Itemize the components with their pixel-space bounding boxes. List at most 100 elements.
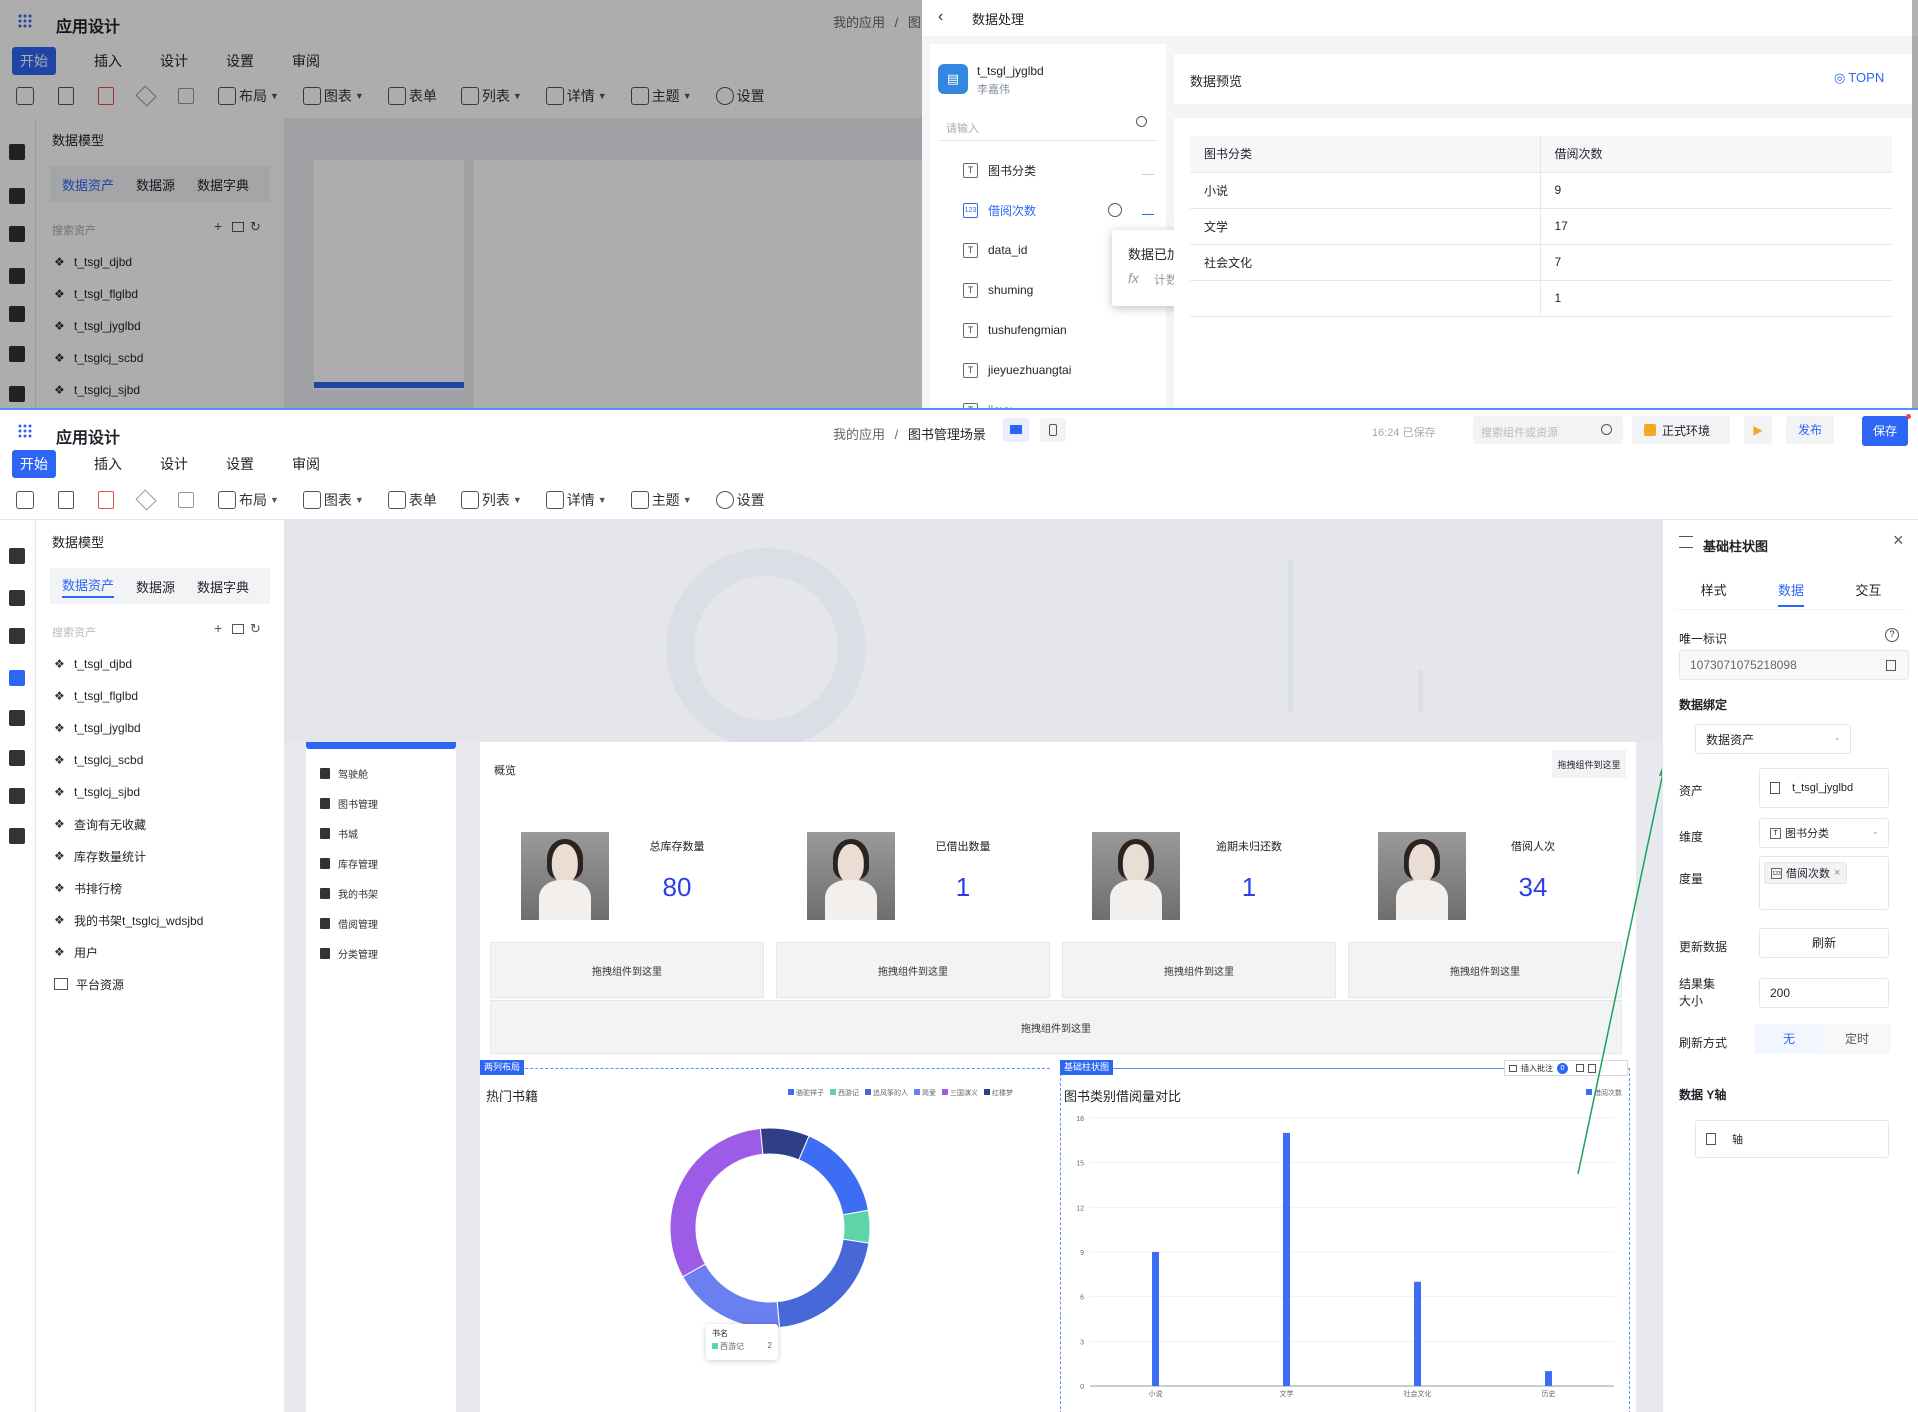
layout-tag[interactable]: 两列布局 (480, 1060, 525, 1075)
publish-button[interactable]: 发布 (1786, 416, 1834, 444)
asset-item[interactable]: ❖ 库存数量统计 (54, 840, 203, 872)
save-button[interactable]: 保存 (1862, 416, 1908, 446)
y-axis-item[interactable]: 轴 (1695, 1120, 1889, 1158)
nav-item[interactable]: 驾驶舱 (320, 758, 378, 788)
comment-icon[interactable] (1509, 1064, 1517, 1072)
eraser-icon[interactable] (135, 489, 157, 511)
layout-tool[interactable]: 布局 ▼ (218, 490, 279, 510)
field-item[interactable]: Tjieyuezhuangtai (930, 350, 1166, 390)
field-item[interactable]: T 图书分类 (930, 150, 1166, 190)
bar-chart-icon[interactable] (1142, 163, 1154, 175)
tab-data-dictionary[interactable]: 数据字典 (197, 577, 249, 596)
refresh-icon[interactable]: ↻ (250, 621, 261, 637)
insert-comment-button[interactable]: 插入批注 (1521, 1063, 1553, 1074)
asset-field[interactable]: t_tsgl_jyglbd (1759, 768, 1889, 808)
format-icon[interactable] (178, 492, 194, 508)
mode-none[interactable]: 无 (1755, 1024, 1823, 1054)
bar[interactable] (1545, 1371, 1552, 1386)
field-item[interactable]: Ttushufengmian (930, 310, 1166, 350)
tab-start[interactable]: 开始 (12, 450, 56, 478)
result-size-input[interactable]: 200 (1759, 978, 1889, 1008)
paste-icon[interactable] (58, 491, 74, 509)
nodes-icon[interactable] (9, 750, 25, 766)
bar-chart-icon[interactable] (1142, 203, 1154, 215)
drop-zone[interactable]: 拖拽组件到这里 (776, 942, 1050, 998)
bar[interactable] (1414, 1281, 1421, 1386)
drop-zone[interactable]: 拖拽组件到这里 (1062, 942, 1336, 998)
tab-interaction[interactable]: 交互 (1855, 580, 1881, 599)
widgets-icon[interactable] (9, 828, 25, 844)
folder-icon[interactable] (232, 624, 244, 634)
binding-select[interactable]: 数据资产 ⌄ (1695, 724, 1851, 754)
asset-item[interactable]: ❖ 我的书架t_tsglcj_wdsjbd (54, 904, 203, 936)
tab-data-source[interactable]: 数据源 (136, 577, 175, 596)
mode-timed[interactable]: 定时 (1823, 1024, 1891, 1054)
add-icon[interactable]: + (214, 620, 222, 636)
measure-tag[interactable]: 123 借阅次数 × (1764, 862, 1848, 884)
nav-item[interactable]: 分类管理 (320, 938, 378, 968)
legend-item[interactable]: 追风筝的人 (865, 1088, 908, 1098)
topn-button[interactable]: ◎ TOPN (1834, 70, 1884, 86)
asset-item[interactable]: ❖ t_tsglcj_sjbd (54, 776, 203, 808)
mobile-view-icon[interactable] (1040, 418, 1066, 442)
apps-grid-icon[interactable] (18, 424, 32, 438)
search-icon[interactable] (1601, 424, 1612, 435)
process-icon[interactable] (1108, 203, 1122, 217)
nav-item[interactable]: 我的书架 (320, 878, 378, 908)
asset-item[interactable]: ❖ t_tsgl_flglbd (54, 680, 203, 712)
asset-item[interactable]: ❖ t_tsglcj_scbd (54, 744, 203, 776)
id-field[interactable]: 1073071075218098 (1679, 650, 1909, 680)
detail-tool[interactable]: 详情 ▼ (545, 490, 607, 510)
field-item-active[interactable]: 123 借阅次数 (930, 190, 1166, 230)
search-icon[interactable] (1136, 116, 1147, 127)
donut-slice[interactable] (776, 1238, 870, 1329)
asset-item[interactable]: ❖ 查询有无收藏 (54, 808, 203, 840)
tab-design[interactable]: 设计 (160, 454, 188, 474)
env-switch[interactable]: 正式环境 (1632, 416, 1730, 444)
legend-item[interactable]: 三国演义 (942, 1088, 978, 1098)
hot-books-chart[interactable]: 热门书籍 骆驼祥子 西游记 追风筝的人 简爱 三国演义 红楼梦 书名 西游记 2 (484, 1080, 1054, 1412)
preview-play-icon[interactable]: ▶ (1744, 416, 1772, 444)
chart-rail-icon[interactable] (9, 628, 25, 644)
tab-settings[interactable]: 设置 (226, 454, 254, 474)
column-header[interactable]: 图书分类 (1190, 136, 1541, 173)
bar[interactable] (1152, 1252, 1159, 1386)
refresh-button[interactable]: 刷新 (1759, 928, 1889, 958)
drop-zone[interactable]: 拖拽组件到这里 (490, 942, 764, 998)
delete-icon[interactable] (98, 491, 114, 509)
tab-style[interactable]: 样式 (1701, 580, 1727, 599)
chart-tool[interactable]: 图表 ▼ (302, 490, 364, 510)
list-tool[interactable]: 列表 ▼ (460, 490, 522, 510)
asset-item[interactable]: ❖ 书排行榜 (54, 872, 203, 904)
form-rail-icon[interactable] (9, 670, 25, 686)
asset-item[interactable]: ❖ t_tsgl_jyglbd (54, 712, 203, 744)
tab-review[interactable]: 审阅 (292, 454, 320, 474)
layers-icon[interactable] (9, 548, 25, 564)
page-icon[interactable] (9, 590, 25, 606)
remove-tag-icon[interactable]: × (1834, 867, 1840, 879)
modal-overlay[interactable] (0, 0, 922, 408)
asset-item[interactable]: ❖ t_tsgl_djbd (54, 648, 203, 680)
bar[interactable] (1283, 1132, 1290, 1386)
legend-item[interactable]: 简爱 (914, 1088, 936, 1098)
legend-item[interactable]: 红楼梦 (984, 1088, 1013, 1098)
donut-slice[interactable] (682, 1263, 781, 1329)
tab-data[interactable]: 数据 (1777, 580, 1804, 607)
back-icon[interactable]: ‹ (938, 8, 943, 26)
component-tag[interactable]: 基础柱状图 (1060, 1060, 1114, 1075)
legend-item[interactable]: 骆驼祥子 (788, 1088, 824, 1098)
donut-slice[interactable] (842, 1209, 871, 1244)
desktop-view-icon[interactable] (1003, 418, 1029, 442)
breadcrumb-root[interactable]: 我的应用 (833, 427, 885, 442)
close-icon[interactable]: × (1893, 530, 1904, 551)
help-icon[interactable]: ? (1885, 628, 1899, 642)
settings-tool[interactable]: 设置 (715, 490, 765, 510)
box-icon[interactable] (9, 788, 25, 804)
drop-zone[interactable]: 拖拽组件到这里 (490, 1000, 1622, 1054)
theme-tool[interactable]: 主题 ▼ (630, 490, 692, 510)
nav-item[interactable]: 图书管理 (320, 788, 378, 818)
tab-insert[interactable]: 插入 (94, 454, 122, 474)
asset-item[interactable]: ❖ 用户 (54, 936, 203, 968)
asset-item[interactable]: 平台资源 (54, 968, 203, 1000)
form-tool[interactable]: 表单 (387, 490, 437, 510)
